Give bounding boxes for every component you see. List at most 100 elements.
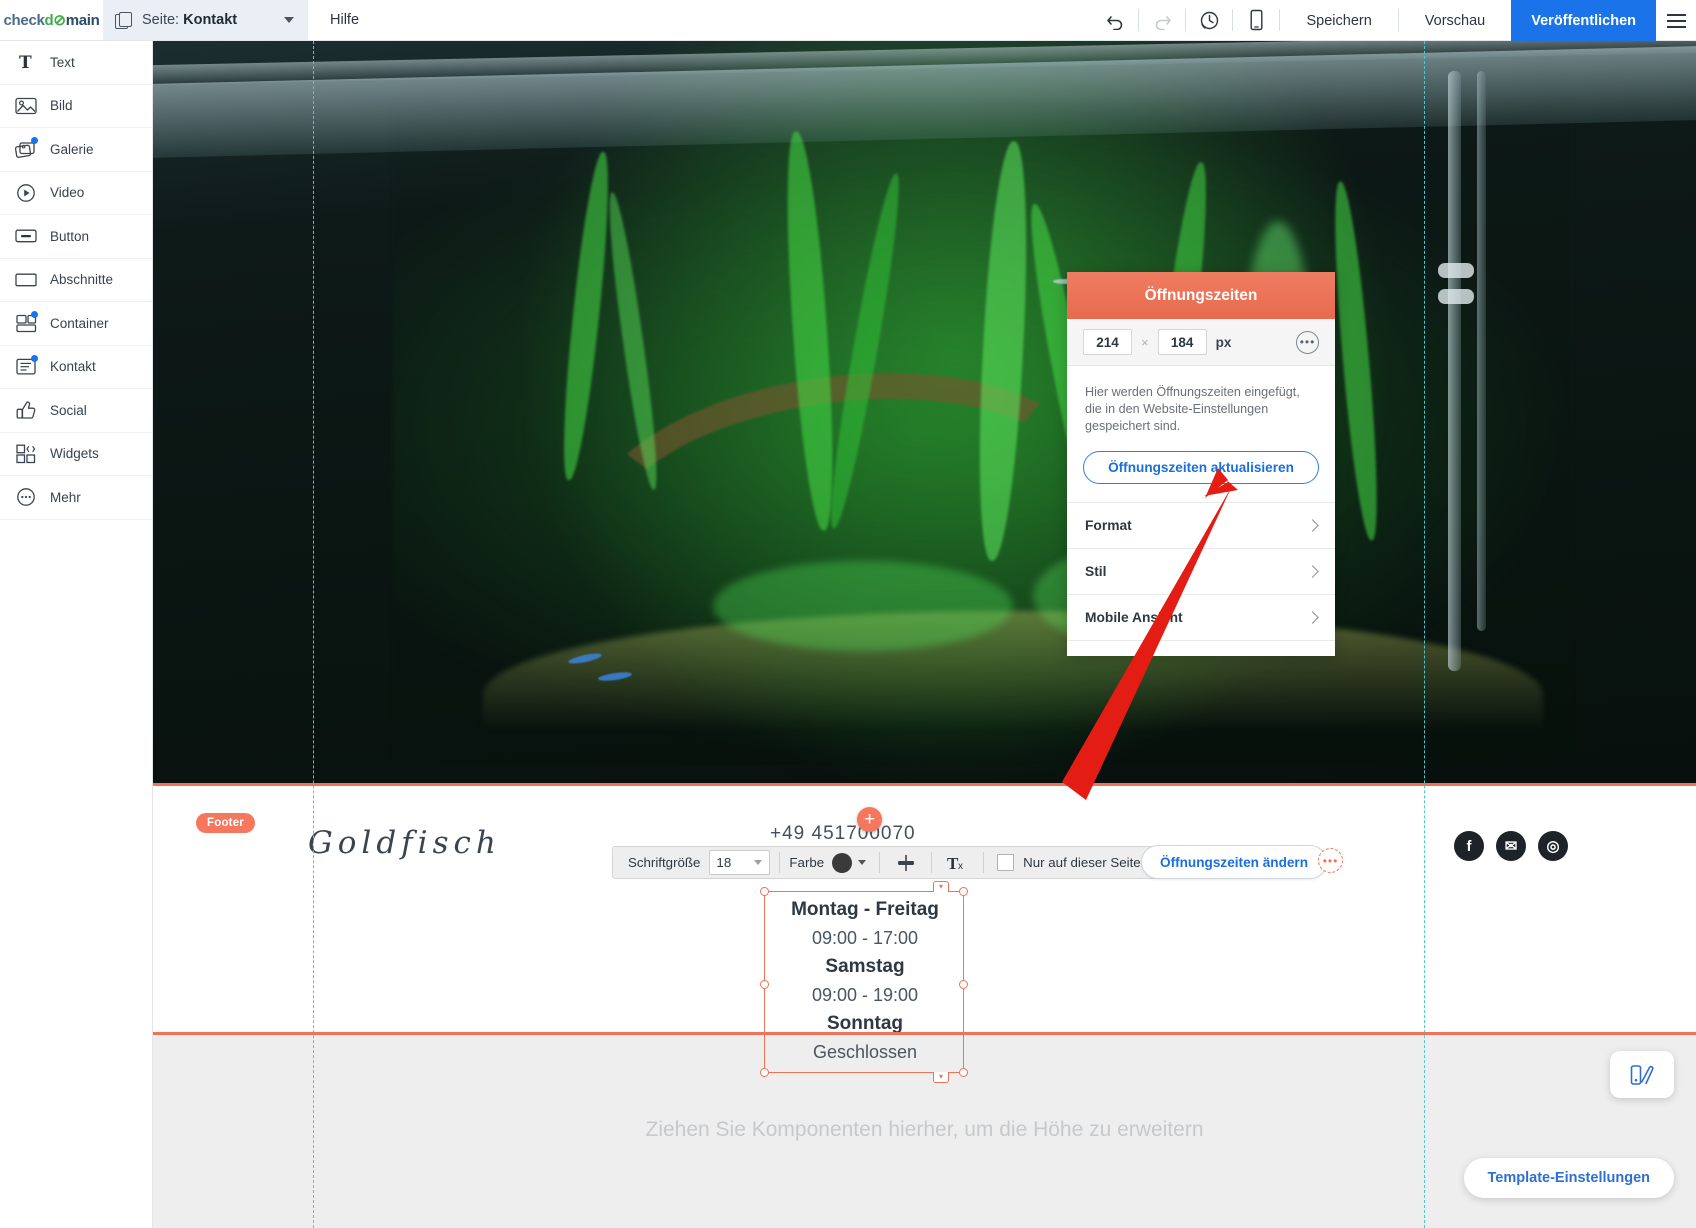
toolbar-icon-group <box>1092 0 1280 40</box>
sidebar-item-container[interactable]: Container <box>0 302 152 346</box>
component-more-options-button[interactable]: ••• <box>1318 848 1343 873</box>
new-badge-dot <box>31 311 38 318</box>
footer-section[interactable]: Goldfisch +49 451700070 f ✉ ◎ Montag - F… <box>153 783 1696 1035</box>
footer-phone-text[interactable]: +49 451700070 <box>770 823 916 845</box>
button-icon <box>15 225 37 247</box>
preview-button[interactable]: Vorschau <box>1399 0 1511 41</box>
mobile-device-icon <box>1248 9 1265 31</box>
fontsize-select[interactable]: 18 <box>709 850 770 875</box>
brand-mark: d⊘ <box>45 11 66 29</box>
sidebar-item-video[interactable]: Video <box>0 172 152 216</box>
sidebar-label: Button <box>50 229 89 244</box>
line-divider-icon <box>895 852 917 874</box>
sidebar-item-bild[interactable]: Bild <box>0 85 152 129</box>
chevron-right-icon <box>1306 565 1319 578</box>
panel-footer <box>1067 640 1335 656</box>
undo-button[interactable] <box>1092 0 1138 41</box>
toolbar-spacer <box>381 0 1092 40</box>
sidebar-item-mehr[interactable]: Mehr <box>0 476 152 520</box>
update-opening-hours-button[interactable]: Öffnungszeiten aktualisieren <box>1083 451 1319 484</box>
brand-part-2: main <box>66 12 100 29</box>
checkdomain-logo: checkd⊘main <box>0 0 103 40</box>
panel-row-stil[interactable]: Stil <box>1067 548 1335 594</box>
instagram-icon[interactable]: ◎ <box>1538 831 1568 861</box>
sidebar-item-button[interactable]: Button <box>0 215 152 259</box>
theme-designer-button[interactable] <box>1610 1051 1674 1098</box>
social-icons-group: f ✉ ◎ <box>1454 831 1568 861</box>
text-format-toolbar: Schriftgröße 18 Farbe T x Nur <box>612 846 1214 879</box>
panel-description: Hier werden Öffnungszeiten eingefügt, di… <box>1067 366 1335 441</box>
alignment-guide-right <box>1424 41 1425 1228</box>
hero-filter-pipe <box>1448 71 1461 671</box>
width-input[interactable] <box>1083 329 1132 355</box>
page-prefix: Seite: <box>142 12 183 28</box>
page-canvas[interactable]: Footer + Goldfisch +49 451700070 f ✉ ◎ M… <box>153 41 1696 1228</box>
sidebar-item-text[interactable]: T Text <box>0 41 152 85</box>
app-root: checkd⊘main Seite: Kontakt Hilfe <box>0 0 1696 1228</box>
opening-hours-component[interactable]: Montag - Freitag 09:00 - 17:00 Samstag 0… <box>765 895 965 1070</box>
hamburger-bar <box>1667 14 1686 16</box>
template-settings-button[interactable]: Template-Einstellungen <box>1464 1158 1674 1198</box>
sidebar-item-abschnitte[interactable]: Abschnitte <box>0 259 152 303</box>
help-button[interactable]: Hilfe <box>308 0 381 40</box>
video-play-icon <box>15 182 37 204</box>
sidebar-label: Container <box>50 316 109 331</box>
facebook-icon[interactable]: f <box>1454 831 1484 861</box>
panel-more-options-button[interactable]: ••• <box>1296 331 1319 354</box>
color-picker[interactable] <box>832 853 870 873</box>
chevron-down-icon <box>858 860 866 865</box>
sidebar-item-social[interactable]: Social <box>0 389 152 433</box>
publish-button[interactable]: Veröffentlichen <box>1511 0 1656 41</box>
widgets-icon <box>15 443 37 465</box>
chevron-down-icon <box>284 17 294 23</box>
svg-text:x: x <box>958 861 963 872</box>
gallery-icon <box>15 138 37 160</box>
more-dots-icon <box>15 486 37 508</box>
hero-plant-bush <box>713 561 1013 651</box>
panel-title: Öffnungszeiten <box>1067 272 1335 319</box>
change-opening-hours-button[interactable]: Öffnungszeiten ändern <box>1141 845 1327 879</box>
page-only-checkbox[interactable] <box>997 854 1014 871</box>
opening-hours-day: Montag - Freitag <box>765 895 965 924</box>
hero-pipe-clip <box>1438 289 1474 304</box>
footer-section-tag[interactable]: Footer <box>196 813 255 833</box>
page-name: Kontakt <box>183 12 237 28</box>
svg-text:T: T <box>19 53 32 71</box>
hamburger-bar <box>1667 26 1686 28</box>
move-up-handle[interactable]: ▾ <box>933 881 949 892</box>
thumbs-up-icon <box>15 399 37 421</box>
panel-cta-wrapper: Öffnungszeiten aktualisieren <box>1067 441 1335 502</box>
color-palette-icon <box>1629 1062 1655 1088</box>
save-button[interactable]: Speichern <box>1280 0 1397 41</box>
color-label: Farbe <box>789 855 832 870</box>
color-swatch[interactable] <box>832 853 852 873</box>
page-selector[interactable]: Seite: Kontakt <box>103 0 308 40</box>
contact-icon <box>15 356 37 378</box>
opening-hours-settings-panel: Öffnungszeiten × px ••• Hier werden Öffn… <box>1067 272 1335 656</box>
line-divider-button[interactable] <box>889 849 922 877</box>
panel-row-label: Stil <box>1085 564 1106 579</box>
add-section-button[interactable]: + <box>857 807 882 832</box>
clear-formatting-button[interactable]: T x <box>941 849 974 877</box>
panel-row-format[interactable]: Format <box>1067 502 1335 548</box>
panel-row-mobile-ansicht[interactable]: Mobile Ansicht <box>1067 594 1335 640</box>
mobile-view-button[interactable] <box>1233 0 1279 41</box>
site-logo-text[interactable]: Goldfisch <box>308 825 501 861</box>
sidebar-label: Kontakt <box>50 359 96 374</box>
alignment-guide-left <box>313 41 314 1228</box>
main-menu-button[interactable] <box>1656 0 1696 41</box>
sidebar-item-galerie[interactable]: Galerie <box>0 128 152 172</box>
history-button[interactable] <box>1186 0 1232 41</box>
sidebar-label: Mehr <box>50 490 81 505</box>
height-input[interactable] <box>1158 329 1207 355</box>
unit-label: px <box>1216 335 1232 350</box>
sidebar-label: Video <box>50 185 84 200</box>
hero-aquarium-image[interactable] <box>153 41 1696 786</box>
sidebar-item-widgets[interactable]: Widgets <box>0 433 152 477</box>
redo-icon <box>1153 11 1172 30</box>
twitter-icon[interactable]: ✉ <box>1496 831 1526 861</box>
redo-button[interactable] <box>1139 0 1185 41</box>
sidebar-item-kontakt[interactable]: Kontakt <box>0 346 152 390</box>
history-clock-icon <box>1199 10 1220 31</box>
footer-bottom-border <box>153 1032 1696 1035</box>
